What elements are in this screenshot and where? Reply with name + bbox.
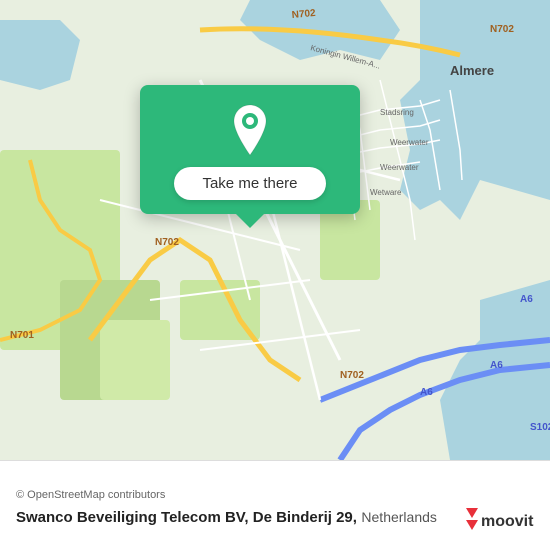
- bottom-bar: © OpenStreetMap contributors Swanco Beve…: [0, 460, 550, 550]
- svg-text:Weerwater: Weerwater: [380, 163, 419, 172]
- osm-credit: © OpenStreetMap contributors: [16, 489, 534, 501]
- moovit-logo-svg: moovit: [466, 502, 536, 536]
- svg-text:A6: A6: [420, 387, 433, 398]
- location-name: Swanco Beveiliging Telecom BV, De Binder…: [16, 509, 357, 526]
- svg-text:N702: N702: [155, 237, 179, 248]
- svg-text:N702: N702: [291, 8, 316, 21]
- svg-text:Stadsring: Stadsring: [380, 108, 414, 117]
- svg-text:Weerwater: Weerwater: [390, 138, 429, 147]
- svg-text:N702: N702: [490, 24, 514, 35]
- svg-text:N701: N701: [10, 330, 34, 341]
- svg-text:Almere: Almere: [450, 63, 494, 78]
- moovit-logo: moovit: [466, 502, 536, 536]
- location-country: Netherlands: [361, 509, 437, 525]
- svg-text:N702: N702: [340, 370, 364, 381]
- popup-card: Take me there: [140, 85, 360, 214]
- map-background: N702 N702 N702 N701 A6 A6 N702 A6 S102 A…: [0, 0, 550, 460]
- location-info: Swanco Beveiliging Telecom BV, De Binder…: [16, 509, 534, 527]
- svg-text:Wetware: Wetware: [370, 188, 402, 197]
- take-me-there-button[interactable]: Take me there: [174, 167, 325, 200]
- svg-text:A6: A6: [520, 294, 533, 305]
- svg-text:A6: A6: [490, 360, 503, 371]
- svg-text:S102: S102: [530, 422, 550, 433]
- svg-text:moovit: moovit: [481, 513, 534, 530]
- location-pin-icon: [228, 103, 272, 157]
- map-container: N702 N702 N702 N701 A6 A6 N702 A6 S102 A…: [0, 0, 550, 460]
